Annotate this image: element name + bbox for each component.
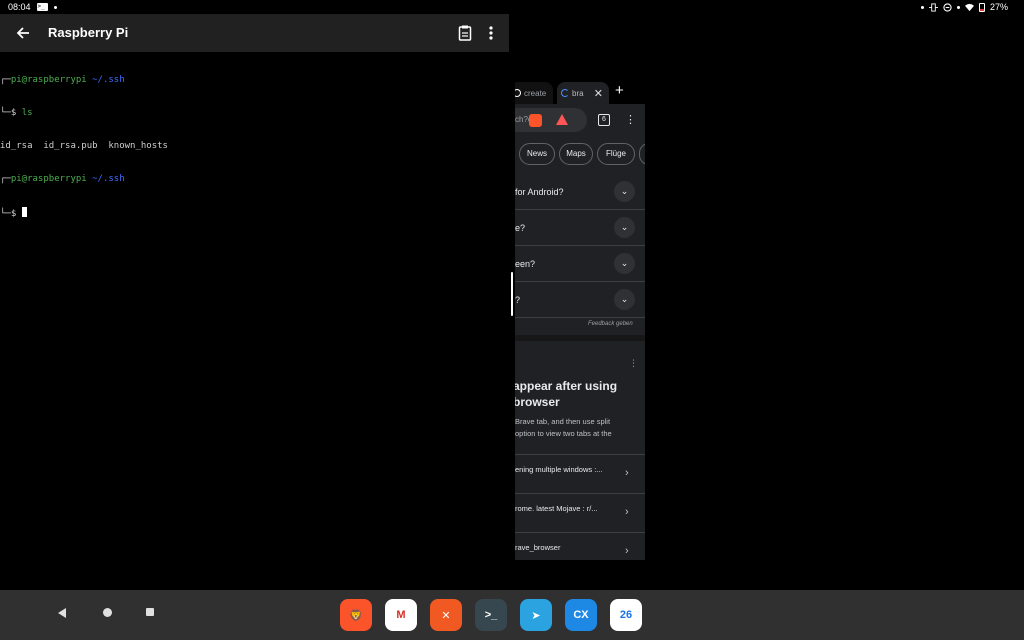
split-screen-divider-handle[interactable] [511,272,513,316]
status-bar: 08:04 >_ 27% [0,0,1024,14]
google-favicon-icon [515,89,521,97]
taskbar: 🦁 M ✕ >_ ➤ CX 26 [0,590,1024,640]
clock: 08:04 [8,2,31,12]
close-tab-icon[interactable]: ✕ [594,87,603,100]
faq-item[interactable]: een? ⌄ [515,246,645,282]
related-link[interactable]: rome. latest Mojave : r/... › [515,493,645,532]
chip-fluege[interactable]: Flüge [597,143,635,165]
tab-strip: create bra ✕ + [515,78,645,104]
loading-spinner-icon [561,89,569,97]
chevron-right-icon: › [625,545,629,557]
search-filter-chips: News Maps Flüge [515,140,645,168]
card-menu-icon[interactable]: ⋮ [629,358,638,369]
more-notifications-dot-icon [53,5,57,9]
url-bar: ch?c 6 ⋮ [515,104,645,136]
feedback-link[interactable]: Feedback geben [588,321,633,327]
nav-recents-icon[interactable] [146,608,154,616]
nav-back-icon[interactable] [58,608,66,618]
back-arrow-icon[interactable] [14,24,32,42]
prompt-line: ┌─pi@raspberrypi ~/.ssh [0,75,125,85]
browser-window: create bra ✕ + ch?c 6 ⋮ News Maps Flüge … [515,78,645,560]
calendar-app-icon[interactable]: 26 [610,599,642,631]
sync-icon [928,2,938,12]
chip-maps[interactable]: Maps [559,143,593,165]
output-line: id_rsa id_rsa.pub known_hosts [0,141,168,151]
connection-title: Raspberry Pi [48,25,129,40]
address-field[interactable]: ch?c [515,108,587,132]
result-card-title[interactable]: appear after using browser [515,378,645,410]
related-link[interactable]: rave_browser › [515,532,645,560]
do-not-disturb-icon [943,2,952,12]
chevron-down-icon[interactable]: ⌄ [614,289,635,310]
brave-shields-icon[interactable] [529,114,542,127]
tab-create[interactable]: create [515,82,553,104]
terminal-output[interactable]: ┌─pi@raspberrypi ~/.ssh └─$ ls id_rsa id… [0,52,509,590]
overflow-menu-icon[interactable] [486,24,496,42]
faq-item[interactable]: e? ⌄ [515,210,645,246]
cx-files-app-icon[interactable]: CX [565,599,597,631]
xodo-app-icon[interactable]: ✕ [430,599,462,631]
battery-percent: 27% [989,2,1008,12]
result-card-body: Brave tab, and then use split option to … [515,417,612,438]
text-cursor [21,207,27,217]
chevron-right-icon: › [625,467,629,479]
chevron-down-icon[interactable]: ⌄ [614,253,635,274]
new-tab-plus-icon[interactable]: + [615,82,624,99]
tab-switcher-button[interactable]: 6 [598,114,610,126]
chip-partial[interactable] [639,143,645,165]
battery-icon [978,2,985,12]
nav-home-icon[interactable] [103,608,112,617]
terminal-app-window: Raspberry Pi ┌─pi@raspberrypi ~/.ssh └─$… [0,14,509,590]
command-line-current: └─$ [0,207,509,219]
browser-menu-icon[interactable]: ⋮ [625,114,636,126]
command-line: └─$ ls [0,108,33,118]
chevron-down-icon[interactable]: ⌄ [614,181,635,202]
brave-rewards-icon[interactable] [556,114,568,125]
brave-app-icon[interactable]: 🦁 [340,599,372,631]
signal-dot-icon [956,5,960,9]
terminal-toolbar: Raspberry Pi [0,14,509,52]
tab-brave[interactable]: bra ✕ [557,82,609,104]
faq-item[interactable]: ? ⌄ [515,282,645,318]
telegram-app-icon[interactable]: ➤ [520,599,552,631]
gmail-app-icon[interactable]: M [385,599,417,631]
terminal-notification-icon: >_ [36,3,48,11]
section-divider [515,335,645,341]
chevron-down-icon[interactable]: ⌄ [614,217,635,238]
clipboard-icon[interactable] [458,24,472,42]
chip-news[interactable]: News [519,143,555,165]
related-link[interactable]: ening multiple windows :... › [515,454,645,493]
notification-dot-icon [920,5,924,9]
terminal-app-icon[interactable]: >_ [475,599,507,631]
chevron-right-icon: › [625,506,629,518]
prompt-line: ┌─pi@raspberrypi ~/.ssh [0,174,125,184]
faq-item[interactable]: for Android? ⌄ [515,174,645,210]
wifi-icon [964,3,974,11]
